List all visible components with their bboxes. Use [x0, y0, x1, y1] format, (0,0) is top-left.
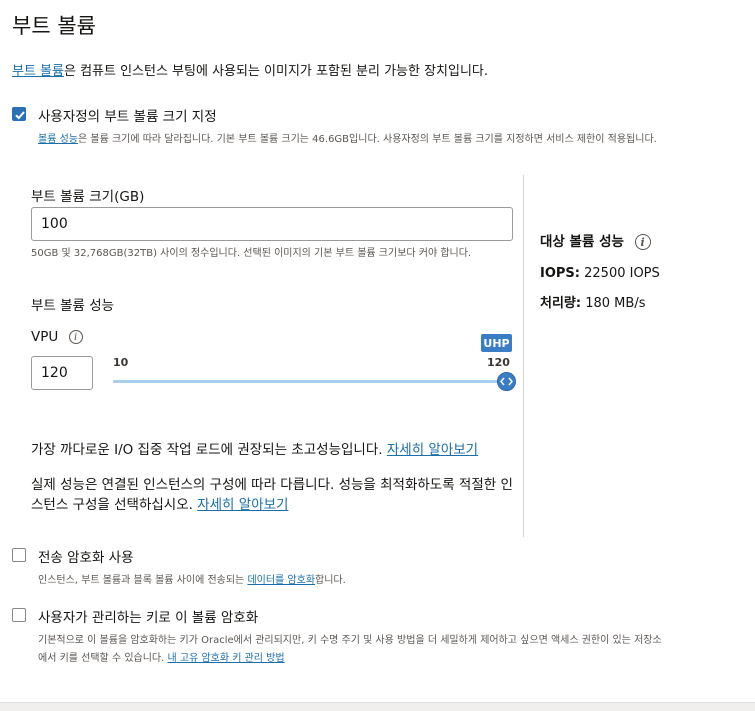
size-field-help: 50GB 및 32,768GB(32TB) 사이의 정수입니다. 선택된 이미지…: [31, 248, 472, 259]
intro-text: 부트 볼륨은 컴퓨트 인스턴스 부팅에 사용되는 이미지가 포함된 분리 가능한…: [12, 64, 489, 79]
check-icon: [15, 111, 25, 120]
custom-size-hint: 볼륨 성능은 볼륨 크기에 따라 달라집니다. 기본 부트 볼륨 크기는 46.…: [38, 134, 657, 145]
slider-min-label: 10: [113, 356, 129, 369]
in-transit-encryption-checkbox[interactable]: [12, 548, 26, 562]
slider-max-label: 120: [487, 356, 510, 369]
info-icon[interactable]: i: [68, 330, 83, 344]
manage-own-key-link[interactable]: 내 고유 암호화 키 관리 방법: [167, 653, 284, 664]
in-transit-encryption-hint: 인스턴스, 부트 볼륨과 블록 볼륨 사이에 전송되는 데이터를 암호화합니다.: [38, 575, 346, 586]
customer-managed-key-hint-line2: 에서 키를 선택할 수 있습니다. 내 고유 암호화 키 관리 방법: [38, 653, 285, 664]
panel-divider: [523, 175, 524, 537]
volume-performance-link[interactable]: 볼륨 성능: [38, 134, 78, 145]
page-title: 부트 볼륨: [12, 14, 96, 38]
in-transit-encryption-label: 전송 암호화 사용: [38, 550, 134, 566]
vpu-slider-handle[interactable]: [497, 372, 516, 391]
performance-label: 부트 볼륨 성능: [31, 298, 115, 314]
boot-volume-size-input[interactable]: 100: [31, 207, 513, 241]
target-performance-title: 대상 볼륨 성능 i: [540, 230, 651, 250]
size-field-label: 부트 볼륨 크기(GB): [31, 189, 145, 205]
learn-more-link-2[interactable]: 자세히 알아보기: [197, 497, 288, 513]
vpu-label: VPU i: [31, 329, 83, 345]
uhp-badge: UHP: [481, 334, 512, 352]
vpu-input[interactable]: 120: [31, 356, 93, 390]
performance-desc-1: 가장 까다로운 I/O 집중 작업 로드에 권장되는 초고성능입니다. 자세히 …: [31, 442, 479, 458]
custom-size-label: 사용자정의 부트 볼륨 크기 지정: [38, 109, 217, 125]
learn-more-link-1[interactable]: 자세히 알아보기: [387, 442, 478, 458]
custom-size-checkbox[interactable]: [12, 107, 26, 121]
iops-metric: IOPS: 22500 IOPS: [540, 266, 660, 281]
boot-volume-link[interactable]: 부트 볼륨: [12, 64, 64, 79]
customer-managed-key-checkbox[interactable]: [12, 608, 26, 622]
performance-desc-2: 실제 성능은 연결된 인스턴스의 구성에 따라 다릅니다. 성능을 최적화하도록…: [31, 477, 513, 513]
throughput-metric: 처리량: 180 MB/s: [540, 296, 646, 311]
encrypt-data-link[interactable]: 데이터를 암호화: [247, 575, 315, 586]
info-icon[interactable]: i: [634, 234, 651, 250]
customer-managed-key-hint-line1: 기본적으로 이 볼륨을 암호화하는 키가 Oracle에서 관리되지만, 키 수…: [38, 635, 662, 646]
vpu-slider-track[interactable]: [113, 380, 507, 383]
chevrons-left-right-icon: [500, 377, 513, 386]
customer-managed-key-label: 사용자가 관리하는 키로 이 볼륨 암호화: [38, 610, 259, 626]
